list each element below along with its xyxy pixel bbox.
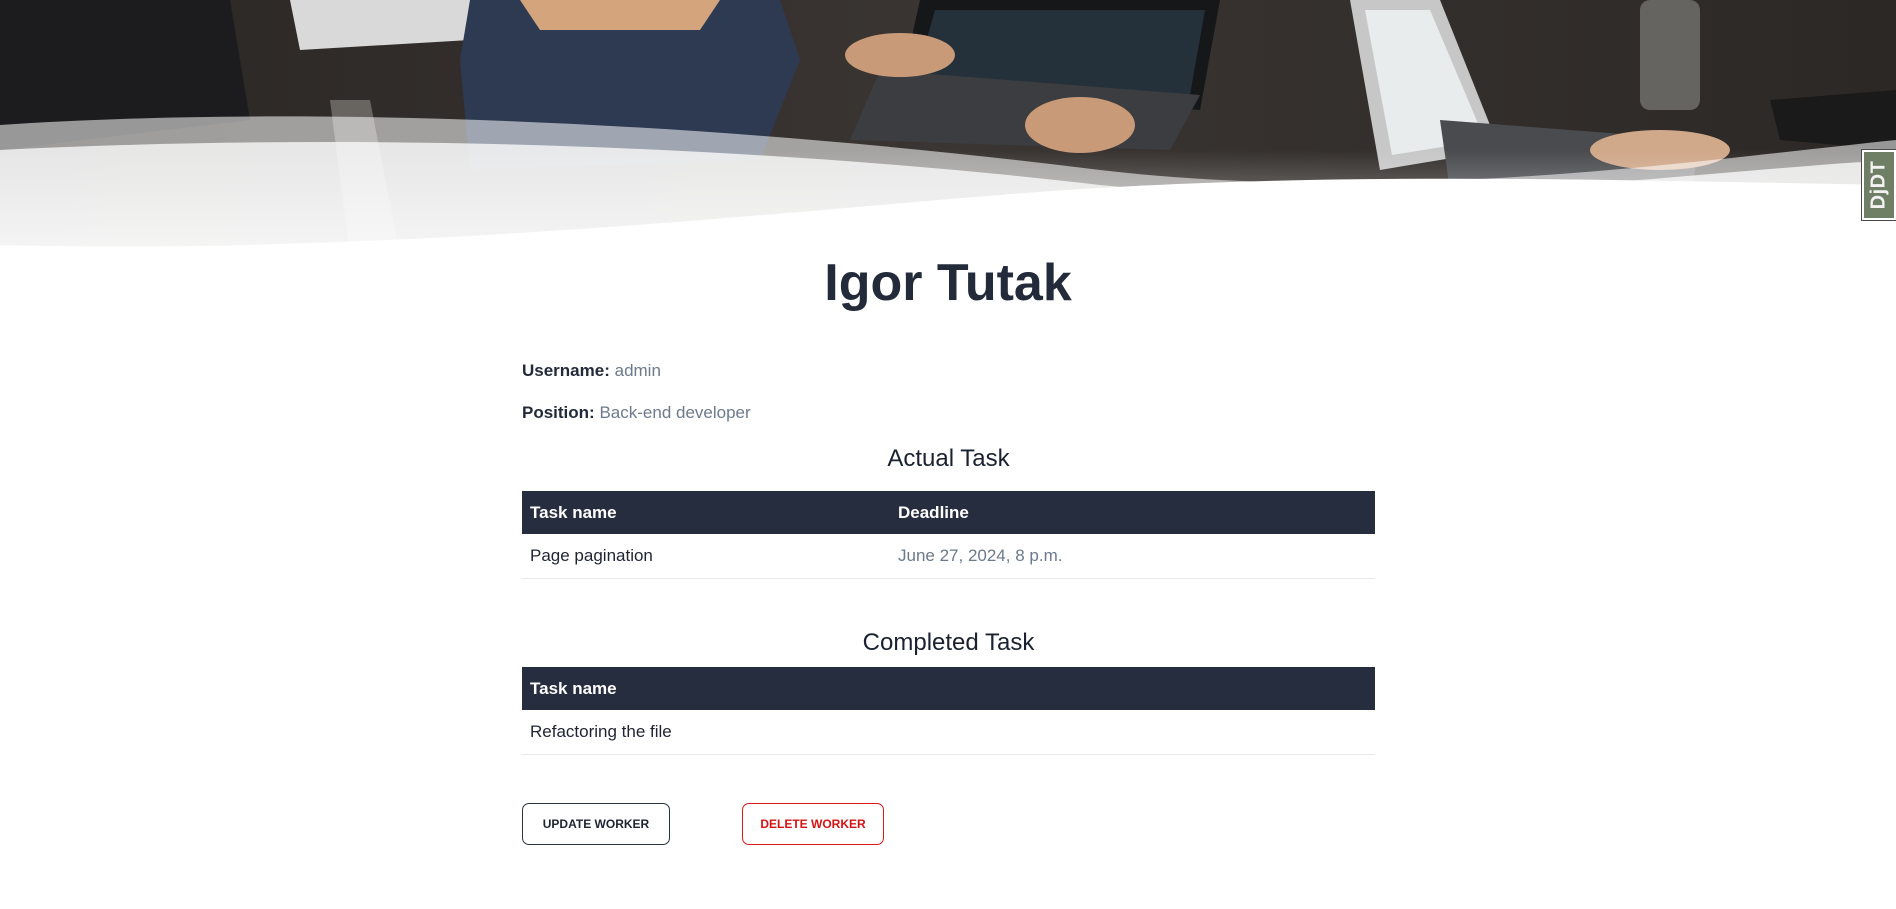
table-header-row: Task name [522, 667, 1375, 710]
table-row: Refactoring the file [522, 710, 1375, 755]
hero-banner [0, 0, 1896, 255]
deadline-cell: June 27, 2024, 8 p.m. [890, 534, 1375, 579]
actual-task-title: Actual Task [887, 445, 1010, 472]
hero-photo [0, 0, 1896, 255]
debug-toolbar-label: DjDT [1867, 160, 1890, 210]
username-value: admin [614, 361, 661, 380]
column-header-task-name: Task name [522, 491, 890, 534]
position-row: Position: Back-end developer [522, 401, 751, 425]
username-label: Username: [522, 361, 610, 380]
table-header-row: Task name Deadline [522, 491, 1375, 534]
task-name-cell: Refactoring the file [522, 710, 1375, 755]
column-header-task-name: Task name [522, 667, 1375, 710]
completed-task-title: Completed Task [862, 629, 1035, 656]
actual-task-table: Task name Deadline Page pagination June … [522, 491, 1375, 579]
column-header-deadline: Deadline [890, 491, 1375, 534]
task-name-cell: Page pagination [522, 534, 890, 579]
completed-task-table: Task name Refactoring the file [522, 667, 1375, 755]
delete-worker-button[interactable]: DELETE WORKER [742, 803, 884, 845]
position-value: Back-end developer [599, 403, 751, 422]
username-row: Username: admin [522, 359, 661, 383]
worker-name: Igor Tutak [824, 254, 1072, 312]
position-label: Position: [522, 403, 595, 422]
debug-toolbar-handle[interactable]: DjDT [1861, 149, 1896, 221]
table-row: Page pagination June 27, 2024, 8 p.m. [522, 534, 1375, 579]
update-worker-button[interactable]: UPDATE WORKER [522, 803, 670, 845]
